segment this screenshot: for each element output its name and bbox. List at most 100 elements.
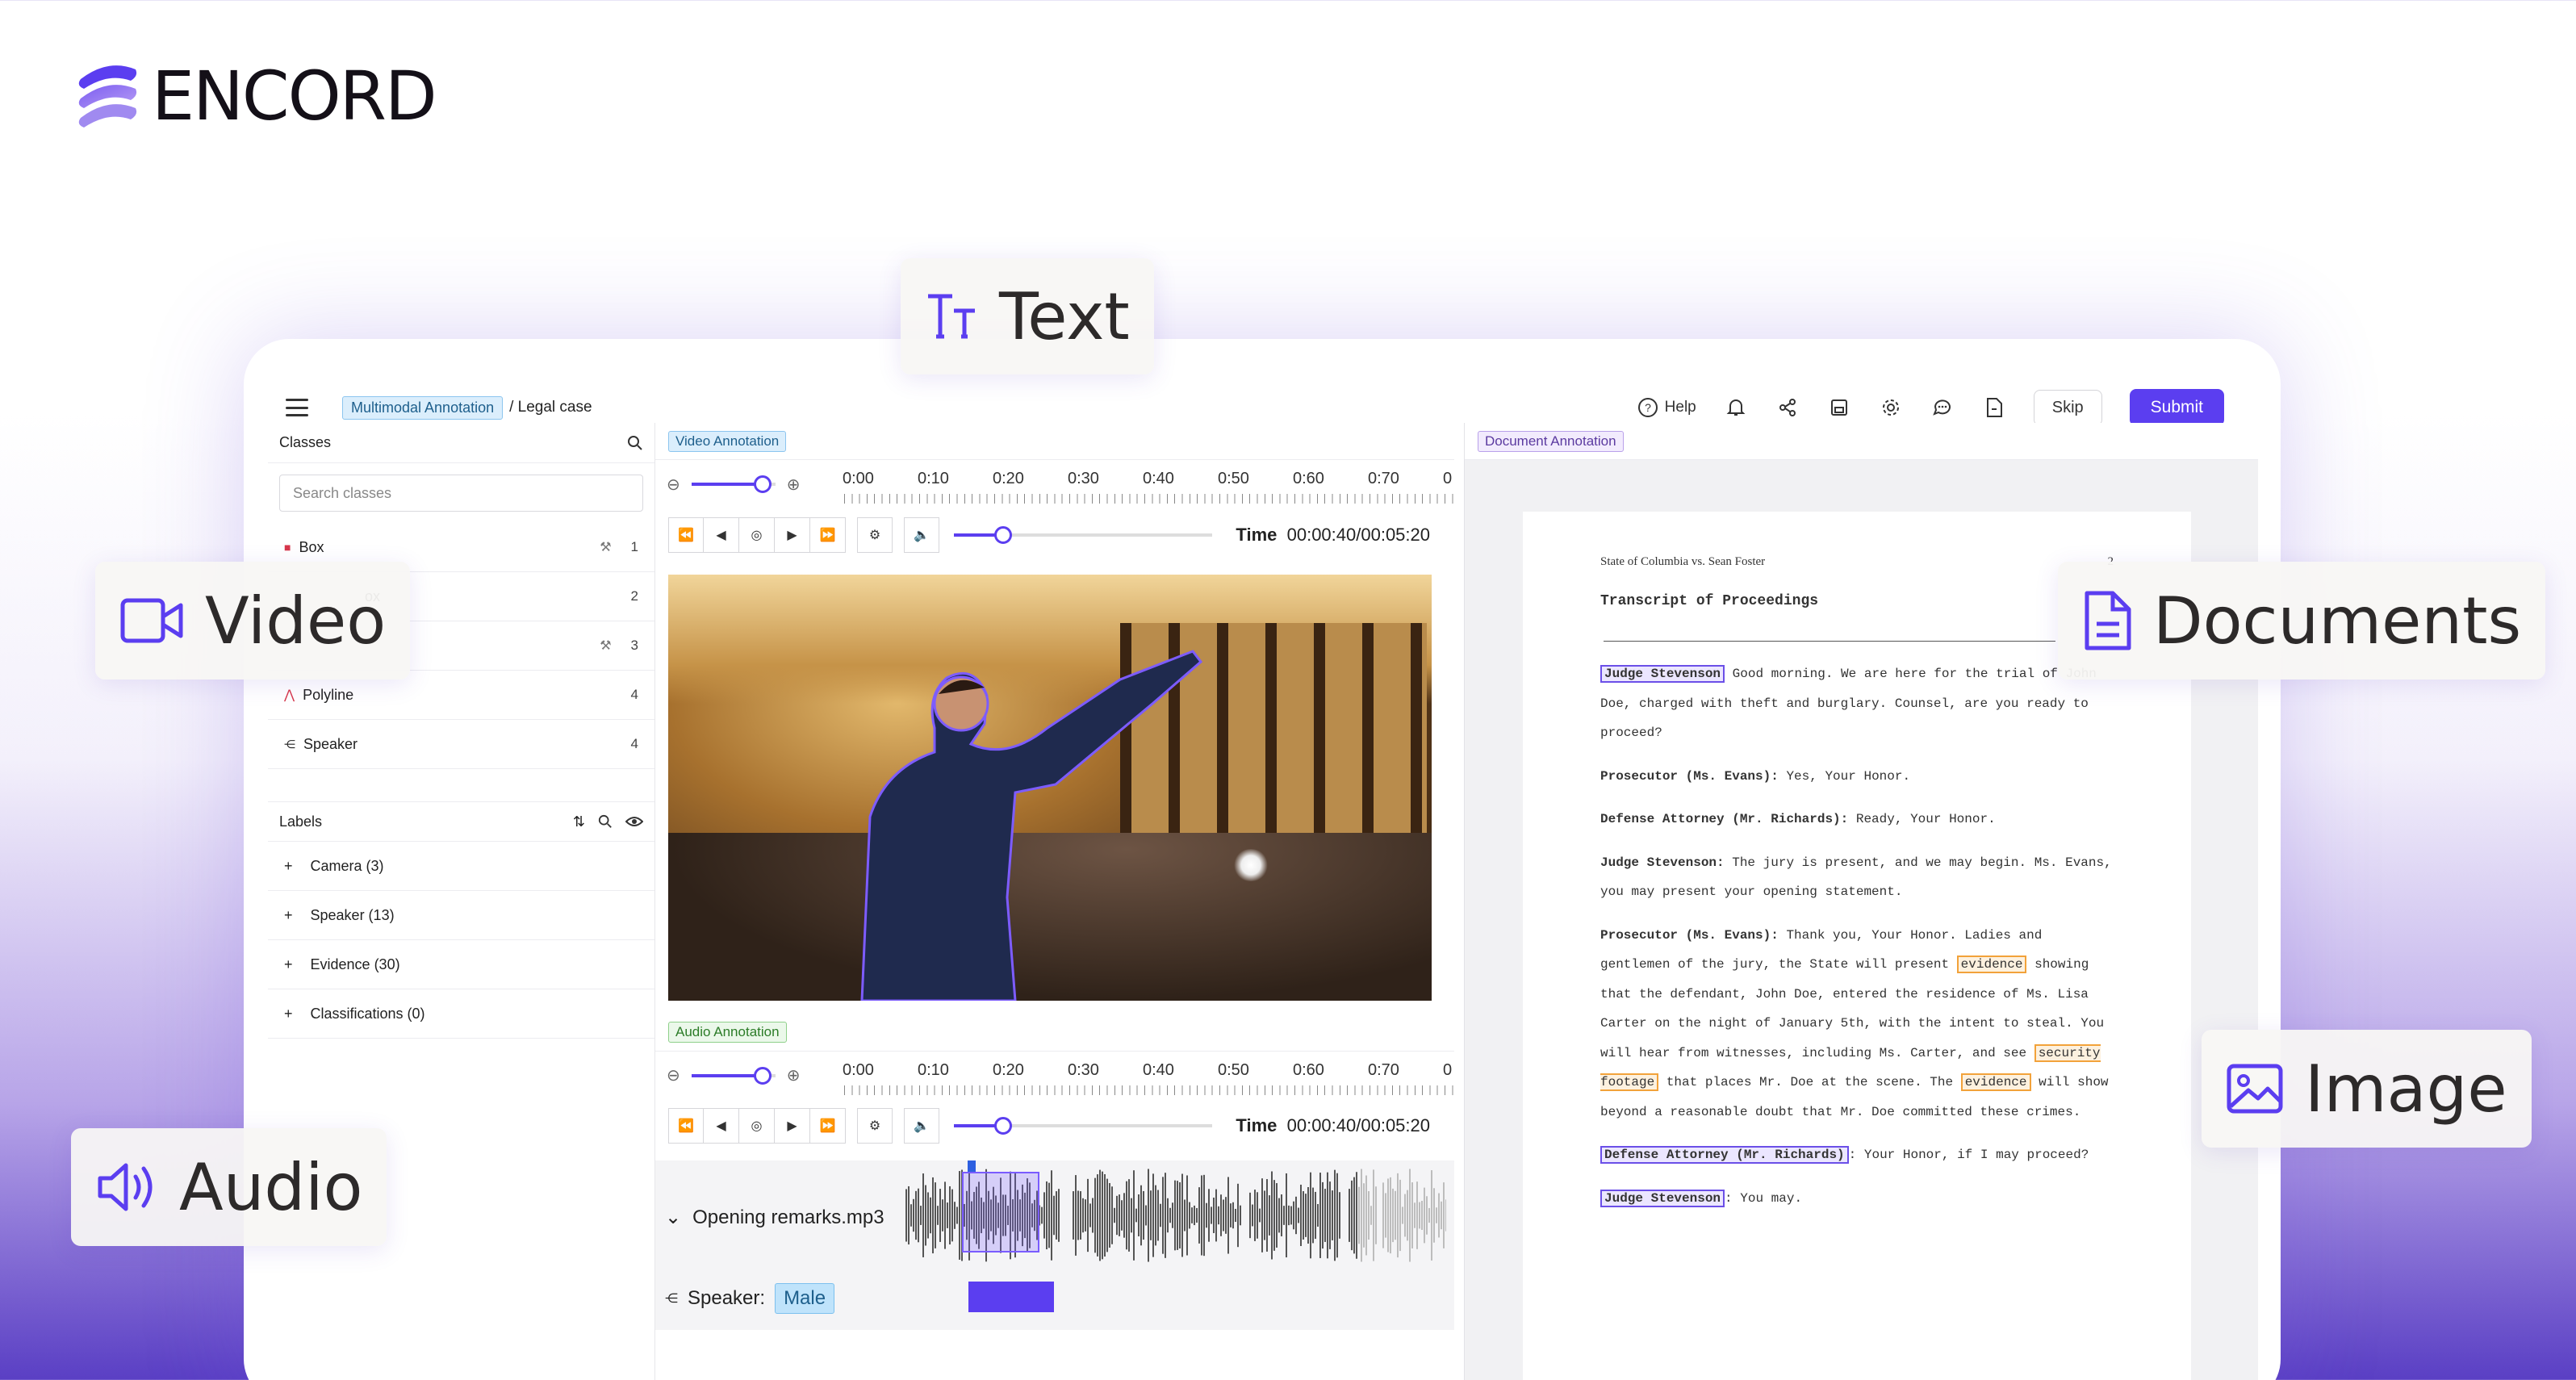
- eye-icon[interactable]: [625, 815, 643, 828]
- paragraph: Defense Attorney (Mr. Richards): Ready, …: [1600, 805, 2114, 834]
- zoom-out-icon[interactable]: ⊖: [667, 475, 680, 495]
- waveform-bar: [1145, 1205, 1147, 1226]
- audio-file-name: Opening remarks.mp3: [692, 1206, 884, 1228]
- waveform-bar: [1184, 1199, 1186, 1232]
- expand-icon[interactable]: +: [284, 907, 293, 924]
- waveform-bar: [1319, 1173, 1321, 1258]
- zoom-in-icon[interactable]: ⊕: [787, 1065, 801, 1085]
- ruler-tick-label: 0:20: [993, 1061, 1024, 1079]
- evidence-annotation[interactable]: evidence: [1960, 1073, 2031, 1091]
- class-label: Polyline: [303, 686, 354, 703]
- play-icon[interactable]: ▶: [775, 517, 810, 553]
- menu-icon[interactable]: [286, 399, 308, 416]
- help-button[interactable]: ? Help: [1637, 397, 1696, 418]
- document-icon[interactable]: [1982, 395, 2006, 420]
- rewind-icon[interactable]: ⏪: [668, 1108, 704, 1144]
- zoom-knob[interactable]: [754, 1066, 772, 1085]
- expand-icon[interactable]: +: [284, 1006, 293, 1022]
- label-group-classifications[interactable]: + Classifications (0): [268, 989, 654, 1039]
- audio-zoom-slider[interactable]: [691, 1066, 776, 1085]
- waveform-bar: [1230, 1203, 1232, 1227]
- zoom-knob[interactable]: [754, 475, 772, 493]
- waveform-bar: [1097, 1174, 1098, 1257]
- loop-icon[interactable]: ◎: [739, 517, 775, 553]
- help-label: Help: [1664, 399, 1696, 416]
- class-count: 2: [630, 588, 638, 604]
- waveform-bar: [1327, 1172, 1328, 1259]
- paragraph: Judge Stevenson Good morning. We are her…: [1600, 659, 2114, 748]
- waveform-bar: [1278, 1198, 1280, 1233]
- waveform-bar: [1237, 1183, 1239, 1248]
- waveform-bar: [1382, 1182, 1384, 1248]
- audio-timeline[interactable]: ⊖ ⊕ 0:00 0:10 0:20 0:30 0:40 0:50 0:60 0:70 0: [655, 1051, 1454, 1099]
- waveform-bar: [1433, 1188, 1435, 1243]
- chevron-down-icon[interactable]: ⌄: [665, 1206, 681, 1229]
- bell-icon[interactable]: [1724, 395, 1748, 420]
- class-count: 4: [630, 736, 638, 751]
- video-zoom-slider[interactable]: [691, 475, 776, 493]
- speaker-segment[interactable]: [968, 1282, 1054, 1312]
- settings-icon[interactable]: ⚙: [857, 1108, 893, 1144]
- audio-selection[interactable]: [962, 1172, 1039, 1252]
- audio-playback-slider[interactable]: [954, 1117, 1212, 1135]
- label-group-camera[interactable]: + Camera (3): [268, 842, 654, 891]
- waveform-bar: [1252, 1204, 1253, 1227]
- loop-icon[interactable]: ◎: [739, 1108, 775, 1144]
- share-icon[interactable]: [1775, 395, 1800, 420]
- fast-forward-icon[interactable]: ⏩: [810, 517, 846, 553]
- mute-icon[interactable]: 🔈: [904, 1108, 939, 1144]
- comments-icon[interactable]: [1930, 395, 1955, 420]
- breadcrumb-project-tag[interactable]: Multimodal Annotation: [342, 395, 504, 420]
- video-timeline[interactable]: ⊖ ⊕ 0:00 0:10 0:20 0:30 0:40 0:50 0:60 0:70 0: [655, 460, 1454, 508]
- ruler-tick-label: 0:30: [1068, 470, 1099, 487]
- speaker-annotation[interactable]: Judge Stevenson: [1600, 1189, 1725, 1207]
- svg-text:?: ?: [1645, 401, 1651, 414]
- step-back-icon[interactable]: ◀: [704, 1108, 739, 1144]
- waveform-bar: [1322, 1181, 1324, 1249]
- class-row-speaker[interactable]: ⋲ Speaker 4: [268, 720, 654, 769]
- video-playback-slider[interactable]: [954, 526, 1212, 544]
- waveform-bar: [939, 1189, 941, 1242]
- play-icon[interactable]: ▶: [775, 1108, 810, 1144]
- ruler-tick-label: 0: [1443, 470, 1453, 487]
- waveform-bar: [1271, 1171, 1273, 1260]
- waveform-bar: [1414, 1202, 1416, 1228]
- waveform-bar: [1339, 1192, 1340, 1239]
- sort-icon[interactable]: ⇅: [573, 813, 585, 830]
- expand-icon[interactable]: +: [284, 858, 293, 875]
- mute-icon[interactable]: 🔈: [904, 517, 939, 553]
- audio-file-row[interactable]: ⌄ Opening remarks.mp3: [665, 1206, 884, 1229]
- playback-knob[interactable]: [993, 1117, 1012, 1135]
- settings-icon[interactable]: [1879, 395, 1903, 420]
- label-group-evidence[interactable]: + Evidence (30): [268, 940, 654, 989]
- speaker-annotation[interactable]: Judge Stevenson: [1600, 665, 1725, 683]
- labels-header: Labels ⇅: [268, 801, 654, 842]
- playhead-marker[interactable]: [968, 1160, 976, 1172]
- submit-button[interactable]: Submit: [2129, 389, 2224, 426]
- rewind-icon[interactable]: ⏪: [668, 517, 704, 553]
- speaker-value-tag[interactable]: Male: [775, 1283, 835, 1314]
- waveform-bar: [910, 1204, 912, 1227]
- search-icon[interactable]: [627, 435, 643, 451]
- playback-knob[interactable]: [993, 526, 1012, 544]
- fast-forward-icon[interactable]: ⏩: [810, 1108, 846, 1144]
- waveform-bar: [1312, 1187, 1314, 1244]
- save-icon[interactable]: [1827, 395, 1851, 420]
- video-frame[interactable]: [668, 575, 1432, 1001]
- expand-icon[interactable]: +: [284, 956, 293, 973]
- evidence-annotation[interactable]: evidence: [1956, 956, 2027, 973]
- speaker-mask[interactable]: [668, 575, 1432, 1001]
- waveform-bar: [1206, 1202, 1207, 1228]
- zoom-in-icon[interactable]: ⊕: [787, 475, 801, 495]
- class-search-input[interactable]: Search classes: [279, 475, 643, 512]
- search-icon[interactable]: [598, 814, 613, 829]
- step-back-icon[interactable]: ◀: [704, 517, 739, 553]
- skip-button[interactable]: Skip: [2033, 389, 2102, 426]
- label-group-speaker[interactable]: + Speaker (13): [268, 891, 654, 940]
- waveform-bar: [918, 1188, 919, 1243]
- speaker-annotation[interactable]: Defense Attorney (Mr. Richards): [1600, 1146, 1849, 1164]
- settings-icon[interactable]: ⚙: [857, 517, 893, 553]
- ruler-tick-label: 0:70: [1368, 1061, 1399, 1079]
- paragraph-text: that places Mr. Doe at the scene. The: [1658, 1075, 1961, 1089]
- zoom-out-icon[interactable]: ⊖: [667, 1065, 680, 1085]
